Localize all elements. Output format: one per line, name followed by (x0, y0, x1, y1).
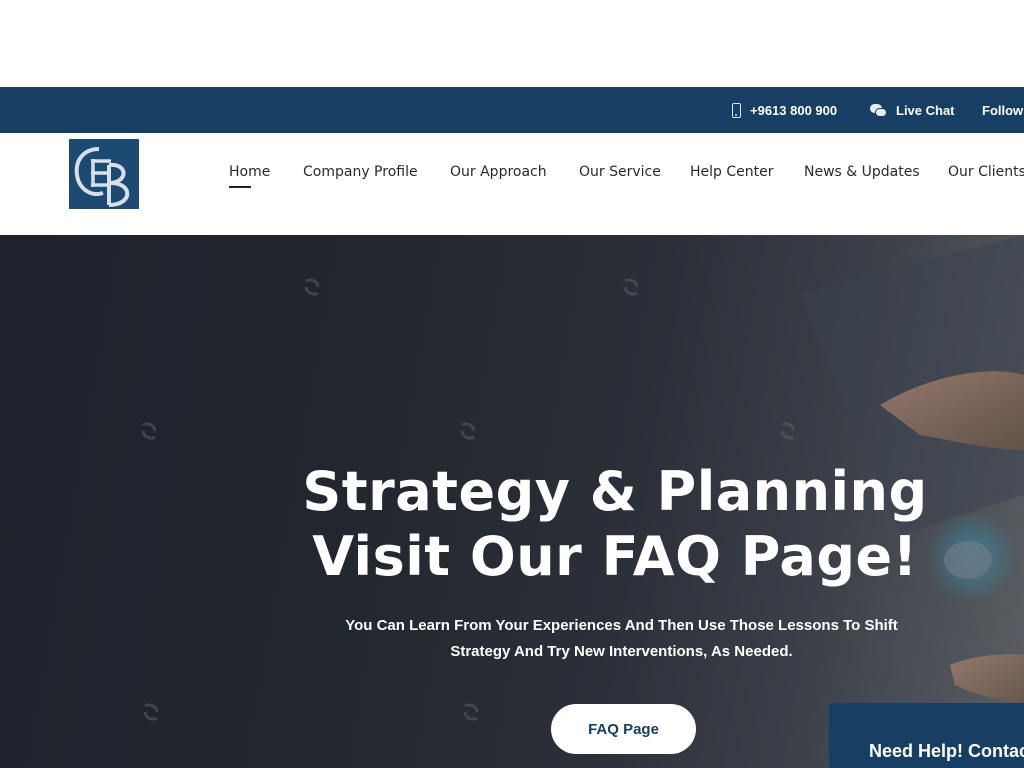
nav-our-approach[interactable]: Our Approach (450, 164, 547, 180)
hero-banner: Strategy & Planning Visit Our FAQ Page! … (0, 235, 1024, 768)
follow-link[interactable]: Follow (982, 87, 1023, 133)
hero-title-line1: Strategy & Planning (302, 460, 928, 523)
nav-our-service[interactable]: Our Service (579, 164, 661, 180)
hero-title-line2: Visit Our FAQ Page! (312, 525, 918, 588)
live-chat-label: Live Chat (896, 102, 955, 118)
top-contact-bar: +9613 800 900 Live Chat Follow (0, 87, 1024, 133)
chat-bubbles-icon (870, 103, 887, 117)
blank-top-area (0, 0, 1024, 87)
need-help-contact-box[interactable]: Need Help! Contact (829, 703, 1024, 768)
nav-company-profile[interactable]: Company Profile (303, 164, 418, 180)
nav-help-center[interactable]: Help Center (690, 164, 774, 180)
hero-subtitle-line2: Strategy And Try New Interventions, As N… (450, 643, 793, 660)
site-header: Home Company Profile Our Approach Our Se… (0, 133, 1024, 235)
main-navigation: Home Company Profile Our Approach Our Se… (0, 133, 1024, 213)
hero-subtitle-line1: You Can Learn From Your Experiences And … (345, 617, 898, 634)
live-chat-link[interactable]: Live Chat (870, 87, 955, 133)
phone-link[interactable]: +9613 800 900 (732, 87, 837, 133)
nav-home[interactable]: Home (229, 164, 270, 188)
follow-label: Follow (982, 102, 1024, 118)
nav-our-clients[interactable]: Our Clients (948, 164, 1024, 180)
need-help-label: Need Help! Contact (869, 741, 1024, 761)
phone-number: +9613 800 900 (750, 102, 838, 118)
mobile-phone-icon (732, 102, 741, 118)
faq-page-button[interactable]: FAQ Page (551, 704, 696, 754)
nav-news-updates[interactable]: News & Updates (804, 164, 920, 180)
